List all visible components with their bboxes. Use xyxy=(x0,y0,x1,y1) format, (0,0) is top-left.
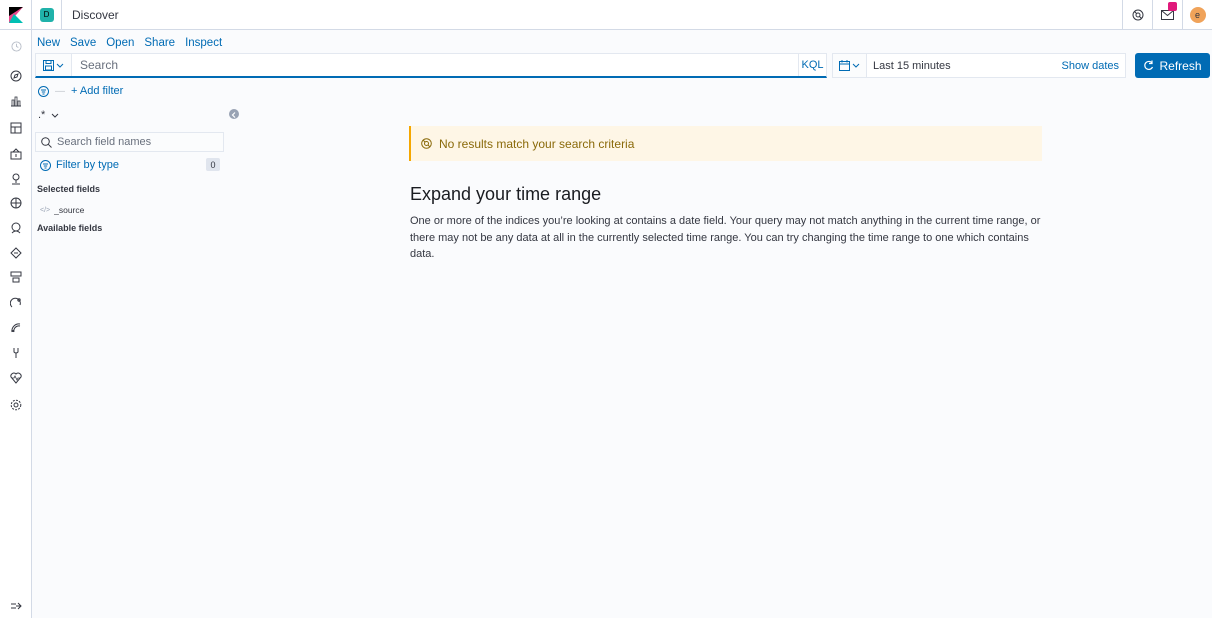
nav-dashboard[interactable] xyxy=(8,120,24,136)
no-results-callout: No results match your search criteria xyxy=(409,126,1042,161)
wrench-icon xyxy=(13,348,19,358)
top-header: D Discover e xyxy=(0,0,1212,30)
refresh-icon xyxy=(1144,60,1154,71)
space-avatar: D xyxy=(39,7,54,22)
nav-maps[interactable] xyxy=(8,171,24,187)
user-menu-button[interactable]: e xyxy=(1182,0,1212,30)
refresh-label: Refresh xyxy=(1159,58,1202,73)
search-input[interactable] xyxy=(72,54,798,76)
show-dates-link[interactable]: Show dates xyxy=(1062,60,1125,72)
refresh-button[interactable]: Refresh xyxy=(1135,53,1210,78)
save-link[interactable]: Save xyxy=(70,37,96,49)
dashboard-icon xyxy=(10,122,22,134)
nav-canvas[interactable] xyxy=(8,146,24,162)
field-name: _source xyxy=(54,205,85,215)
filter-divider: — xyxy=(55,85,65,97)
add-filter-link[interactable]: + Add filter xyxy=(71,85,123,97)
heartbeat-icon xyxy=(10,372,22,384)
nav-monitoring[interactable] xyxy=(8,370,24,386)
user-avatar: e xyxy=(1189,7,1206,23)
field-item-source[interactable]: </> _source xyxy=(40,205,84,215)
apm-icon xyxy=(10,297,21,308)
index-pattern-selector[interactable]: .* xyxy=(38,109,59,121)
kibana-logo[interactable] xyxy=(0,0,32,30)
callout-text: No results match your search criteria xyxy=(439,136,635,151)
save-icon xyxy=(43,59,54,71)
open-link[interactable]: Open xyxy=(106,37,134,49)
nav-recent[interactable] xyxy=(8,38,24,54)
filter-row: — + Add filter xyxy=(38,85,123,97)
visualize-icon xyxy=(11,96,21,107)
field-search-input[interactable] xyxy=(57,136,217,148)
notification-badge xyxy=(1168,2,1177,11)
chevron-down-icon xyxy=(56,63,64,68)
compass-icon xyxy=(10,70,22,82)
filter-options-icon[interactable] xyxy=(38,85,49,97)
newsfeed-button[interactable] xyxy=(1152,0,1182,30)
nav-ml[interactable] xyxy=(8,195,24,211)
saved-queries-button[interactable] xyxy=(36,54,72,76)
filter-count-badge: 0 xyxy=(206,158,220,171)
selected-fields-title: Selected fields xyxy=(37,184,101,194)
nav-management[interactable] xyxy=(8,397,24,413)
logs-icon xyxy=(10,247,22,259)
help-icon xyxy=(1132,9,1143,21)
page-title: Discover xyxy=(72,7,119,22)
header-actions: e xyxy=(1122,0,1212,30)
inspect-link[interactable]: Inspect xyxy=(185,37,222,49)
expand-nav-icon xyxy=(11,602,22,610)
arrow-left-icon xyxy=(231,112,236,118)
chevron-down-icon xyxy=(51,113,59,118)
kibana-logo-icon xyxy=(8,6,23,23)
maps-icon xyxy=(12,173,20,185)
nav-devtools[interactable] xyxy=(8,345,24,361)
help-button[interactable] xyxy=(1122,0,1152,30)
quick-select-button[interactable] xyxy=(833,54,867,77)
filter-icon xyxy=(40,159,51,171)
date-picker: Last 15 minutes Show dates xyxy=(832,53,1126,78)
share-link[interactable]: Share xyxy=(144,37,175,49)
siem-icon xyxy=(11,222,21,234)
clock-icon xyxy=(10,40,22,52)
available-fields-title: Available fields xyxy=(37,223,103,233)
calendar-icon xyxy=(839,60,850,71)
filter-by-type-button[interactable]: Filter by type xyxy=(40,159,119,171)
expand-time-range-title: Expand your time range xyxy=(410,184,602,204)
uptime-icon xyxy=(11,323,21,333)
nav-discover[interactable] xyxy=(8,68,24,84)
left-nav xyxy=(0,30,32,618)
filter-by-type-label: Filter by type xyxy=(56,159,119,171)
gear-icon xyxy=(10,399,22,411)
search-icon xyxy=(41,136,52,148)
nav-collapse[interactable] xyxy=(8,598,24,614)
expand-time-range-description: One or more of the indices you’re lookin… xyxy=(410,215,1041,260)
mail-icon xyxy=(1161,10,1174,20)
field-search xyxy=(35,132,224,152)
top-menu: New Save Open Share Inspect xyxy=(37,37,222,49)
collapse-sidebar-button[interactable] xyxy=(229,109,239,119)
nav-logs[interactable] xyxy=(8,245,24,261)
code-icon: </> xyxy=(40,206,51,214)
nav-uptime[interactable] xyxy=(8,320,24,336)
nav-siem[interactable] xyxy=(8,220,24,236)
query-language-toggle[interactable]: KQL xyxy=(798,54,826,76)
canvas-icon xyxy=(10,148,22,160)
query-bar: KQL xyxy=(35,53,827,78)
nav-apm[interactable] xyxy=(8,295,24,311)
chevron-down-icon xyxy=(852,63,860,68)
infrastructure-icon xyxy=(10,271,22,283)
space-selector[interactable]: D xyxy=(32,0,62,30)
index-pattern-label: .* xyxy=(38,109,46,121)
nav-infra[interactable] xyxy=(8,269,24,285)
time-range-text[interactable]: Last 15 minutes xyxy=(867,60,1062,72)
nav-visualize[interactable] xyxy=(8,93,24,109)
help-icon xyxy=(421,138,432,149)
new-link[interactable]: New xyxy=(37,37,60,49)
machine-learning-icon xyxy=(10,197,22,209)
